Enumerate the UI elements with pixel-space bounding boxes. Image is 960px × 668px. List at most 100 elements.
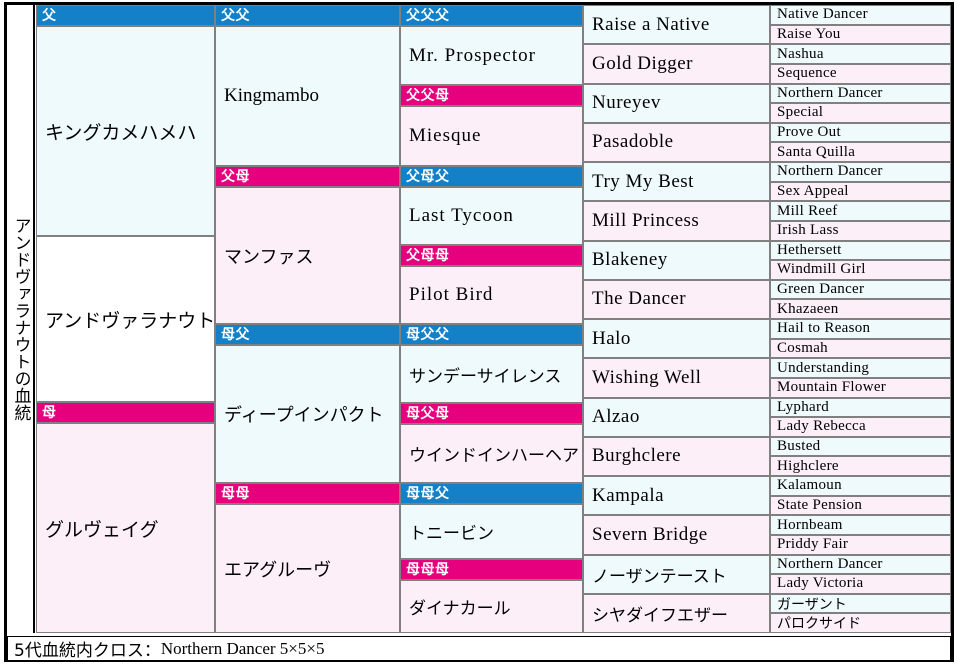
gen5-name: Northern Dancer (777, 163, 883, 180)
gen4-cell: Mill Princess (583, 201, 770, 241)
gen4-name: Nureyev (592, 92, 661, 114)
gen5-cell: パロクサイド (770, 613, 951, 633)
gen4-name: Blakeney (592, 249, 668, 271)
gen5-cell: Northern Dancer (770, 554, 951, 575)
gen5-name: Lady Victoria (777, 575, 864, 592)
gen5-name: Windmill Girl (777, 261, 866, 278)
gen5-name: Northern Dancer (777, 555, 883, 572)
gen5-name: Understanding (777, 359, 870, 376)
gen2-mm-name: エアグルーヴ (224, 559, 332, 581)
header-ff: 父父 (215, 5, 400, 26)
gen4-name: Halo (592, 327, 631, 349)
gen4-name: Mill Princess (592, 209, 700, 231)
gen5-name: Lyphard (777, 398, 830, 415)
header-fmm: 父母母 (400, 245, 583, 266)
gen5-cell: Khazaeen (770, 299, 951, 319)
gen3-fmm-cell: Pilot Bird (400, 266, 583, 324)
gen4-cell: Try My Best (583, 162, 770, 202)
gen5-cell: ガーザント (770, 593, 951, 614)
gen5-cell: Lady Victoria (770, 574, 951, 594)
gen5-name: Busted (777, 438, 821, 455)
header-dam: 母 (36, 402, 215, 423)
gen5-cell: Northern Dancer (770, 83, 951, 104)
gen5-name: State Pension (777, 496, 863, 513)
gen5-cell: Sequence (770, 63, 951, 84)
header-mfm: 母父母 (400, 403, 583, 424)
gen5-name: Special (777, 104, 824, 121)
gen3-fff-name: Mr. Prospector (409, 44, 536, 66)
gen5-cell: Irish Lass (770, 220, 951, 241)
gen3-fff-cell: Mr. Prospector (400, 26, 583, 85)
gen5-name: Irish Lass (777, 222, 839, 239)
vertical-title-text: アンドヴァラナウトの血統 (10, 217, 31, 421)
gen4-cell: Burghclere (583, 436, 770, 476)
header-sire: 父 (36, 5, 215, 26)
gen5-cell: State Pension (770, 495, 951, 516)
gen5-name: Highclere (777, 457, 839, 474)
gen5-cell: Santa Quilla (770, 142, 951, 162)
gen4-cell: Blakeney (583, 240, 770, 280)
gen5-name: Khazaeen (777, 300, 839, 317)
gen2-ff-name: Kingmambo (224, 85, 319, 106)
gen5-name: Nashua (777, 45, 824, 62)
gen3-mmf-name: トニービン (409, 524, 494, 544)
gen2-mf-name: ディープインパクト (224, 405, 384, 426)
gen4-name: Raise a Native (592, 13, 710, 35)
gen4-name: Try My Best (592, 170, 694, 192)
header-mmm: 母母母 (400, 559, 583, 580)
gen4-name: シヤダイフエザー (592, 605, 728, 626)
gen4-cell: Alzao (583, 397, 770, 437)
gen5-cell: Lady Rebecca (770, 417, 951, 437)
gen5-cell: Special (770, 103, 951, 123)
gen3-mmm-cell: ダイナカール (400, 580, 583, 633)
gen5-name: パロクサイド (777, 616, 861, 633)
gen1-dam-name: グルヴェイグ (45, 518, 159, 541)
gen5-cell: Busted (770, 436, 951, 457)
header-fm: 父母 (215, 166, 400, 187)
gen4-cell: Severn Bridge (583, 515, 770, 555)
gen3-mff-name: サンデーサイレンス (409, 366, 562, 387)
gen3-mfm-cell: ウインドインハーヘア (400, 424, 583, 483)
gen4-name: Gold Digger (592, 52, 694, 74)
gen5-name: Santa Quilla (777, 143, 856, 160)
gen5-name: Hethersett (777, 241, 842, 258)
footer-value: Northern Dancer 5×5×5 (160, 638, 325, 658)
gen5-cell: Hail to Reason (770, 319, 951, 339)
gen5-name: Priddy Fair (777, 536, 849, 553)
gen5-cell: Native Dancer (770, 5, 951, 25)
gen5-name: Green Dancer (777, 281, 865, 298)
gen5-cell: Windmill Girl (770, 260, 951, 280)
gen5-name: Sex Appeal (777, 182, 849, 199)
gen4-cell: The Dancer (583, 279, 770, 319)
header-mf: 母父 (215, 324, 400, 345)
gen3-fmf-cell: Last Tycoon (400, 187, 583, 245)
gen5-cell: Highclere (770, 456, 951, 476)
header-ffm: 父父母 (400, 85, 583, 106)
gen5-cell: Priddy Fair (770, 534, 951, 555)
gen5-cell: Hethersett (770, 240, 951, 261)
gen5-name: Kalamoun (777, 477, 842, 494)
gen5-cell: Cosmah (770, 338, 951, 359)
gen5-cell: Kalamoun (770, 476, 951, 496)
gen5-name: ガーザント (777, 596, 847, 613)
gen2-mm-cell: エアグルーヴ (215, 504, 400, 633)
gen4-name: The Dancer (592, 288, 687, 310)
gen5-cell: Nashua (770, 44, 951, 64)
gen4-name: Pasadoble (592, 131, 674, 153)
gen3-fmf-name: Last Tycoon (409, 205, 514, 226)
gen5-cell: Mountain Flower (770, 377, 951, 398)
gen3-fmm-name: Pilot Bird (409, 284, 494, 305)
gen5-cell: Raise You (770, 24, 951, 45)
gen4-cell: シヤダイフエザー (583, 593, 770, 633)
gen3-ffm-name: Miesque (409, 125, 482, 146)
gen5-name: Northern Dancer (777, 84, 883, 101)
gen4-name: Kampala (592, 484, 665, 506)
gen3-mff-cell: サンデーサイレンス (400, 345, 583, 403)
gen5-cell: Northern Dancer (770, 162, 951, 182)
header-fff: 父父父 (400, 5, 583, 26)
gen1-subject-name: アンドヴァラナウト (45, 309, 215, 332)
gen5-cell: Understanding (770, 358, 951, 378)
gen5-name: Mill Reef (777, 202, 838, 219)
gen4-cell: Kampala (583, 476, 770, 516)
gen5-name: Prove Out (777, 124, 841, 141)
